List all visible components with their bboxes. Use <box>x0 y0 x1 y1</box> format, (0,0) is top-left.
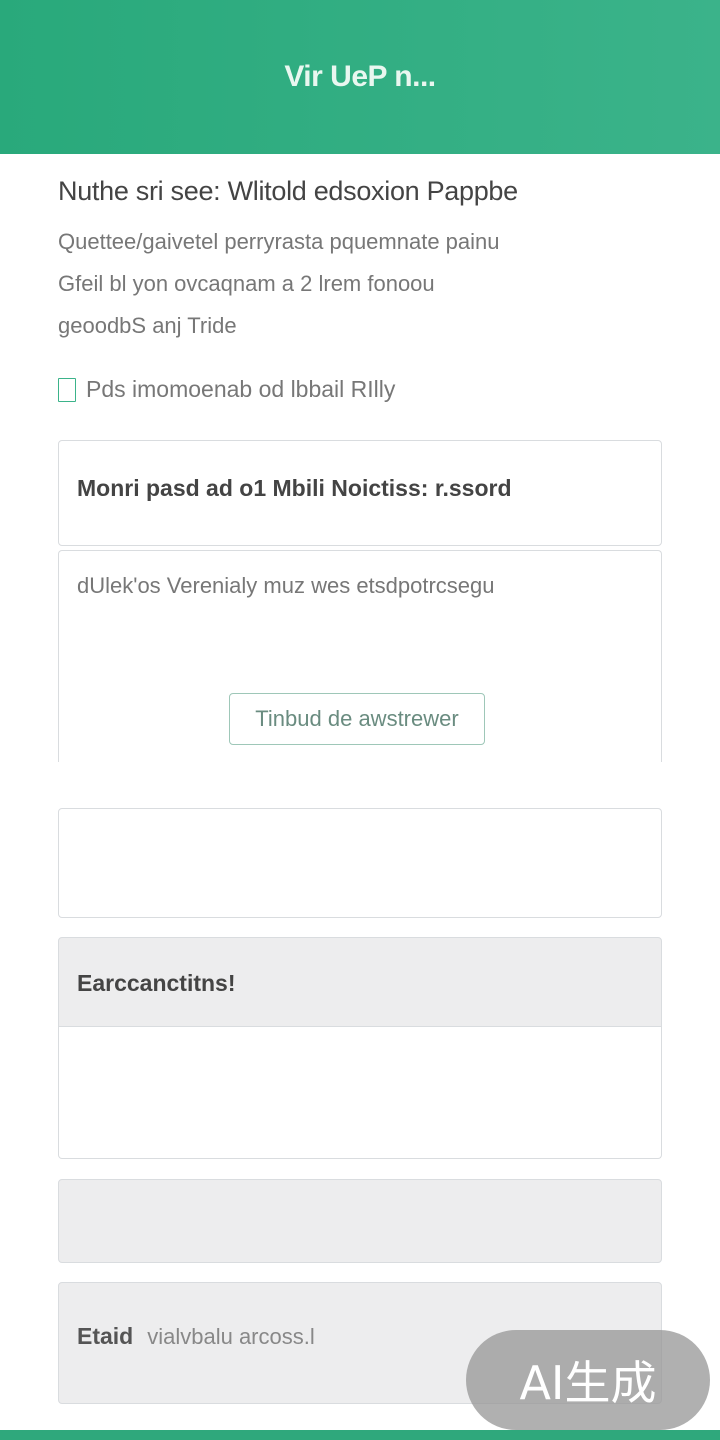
page: Vir UeP n... Nuthe sri see: Wlitold edso… <box>0 0 720 1440</box>
agreement-checkbox-row[interactable]: Pds imomoenab od lbbail RIlly <box>58 376 395 403</box>
section-card-body[interactable] <box>58 1027 662 1159</box>
gray-placeholder-card <box>58 1179 662 1263</box>
answer-button[interactable]: Tinbud de awstrewer <box>229 693 485 745</box>
page-title: Vir UeP n... <box>284 60 436 93</box>
bottom-bar <box>0 1430 720 1440</box>
intro-section: Nuthe sri see: Wlitold edsoxion Pappbe Q… <box>58 176 668 347</box>
intro-heading: Nuthe sri see: Wlitold edsoxion Pappbe <box>58 176 518 206</box>
question-card-title: Monri pasd ad o1 Mbili Noictiss: r.ssord <box>77 475 512 501</box>
question-card-header: Monri pasd ad o1 Mbili Noictiss: r.ssord <box>58 440 662 546</box>
detail-row: Etaid vialvbalu arcoss.l <box>77 1323 315 1350</box>
checkbox-icon[interactable] <box>58 377 76 402</box>
empty-input-card[interactable] <box>58 808 662 918</box>
section-card-header: Earccanctitns! <box>58 937 662 1027</box>
app-header: Vir UeP n... <box>0 0 720 154</box>
detail-value: vialvbalu arcoss.l <box>147 1324 315 1349</box>
checkbox-label: Pds imomoenab od lbbail RIlly <box>86 376 396 402</box>
intro-line: geoodbS anj Tride <box>58 313 237 338</box>
question-card-body: dUlek'os Verenialy muz wes etsdpotrcsegu… <box>58 550 662 762</box>
intro-line: Quettee/gaivetel perryrasta pquemnate pa… <box>58 229 500 254</box>
intro-description: Quettee/gaivetel perryrasta pquemnate pa… <box>58 221 668 347</box>
ai-generated-watermark: AI生成 <box>466 1330 710 1430</box>
intro-line: Gfeil bl yon ovcaqnam a 2 lrem fonoou <box>58 271 435 296</box>
section-card-title: Earccanctitns! <box>77 970 236 996</box>
detail-label: Etaid <box>77 1323 134 1349</box>
question-card-text: dUlek'os Verenialy muz wes etsdpotrcsegu <box>77 573 495 598</box>
